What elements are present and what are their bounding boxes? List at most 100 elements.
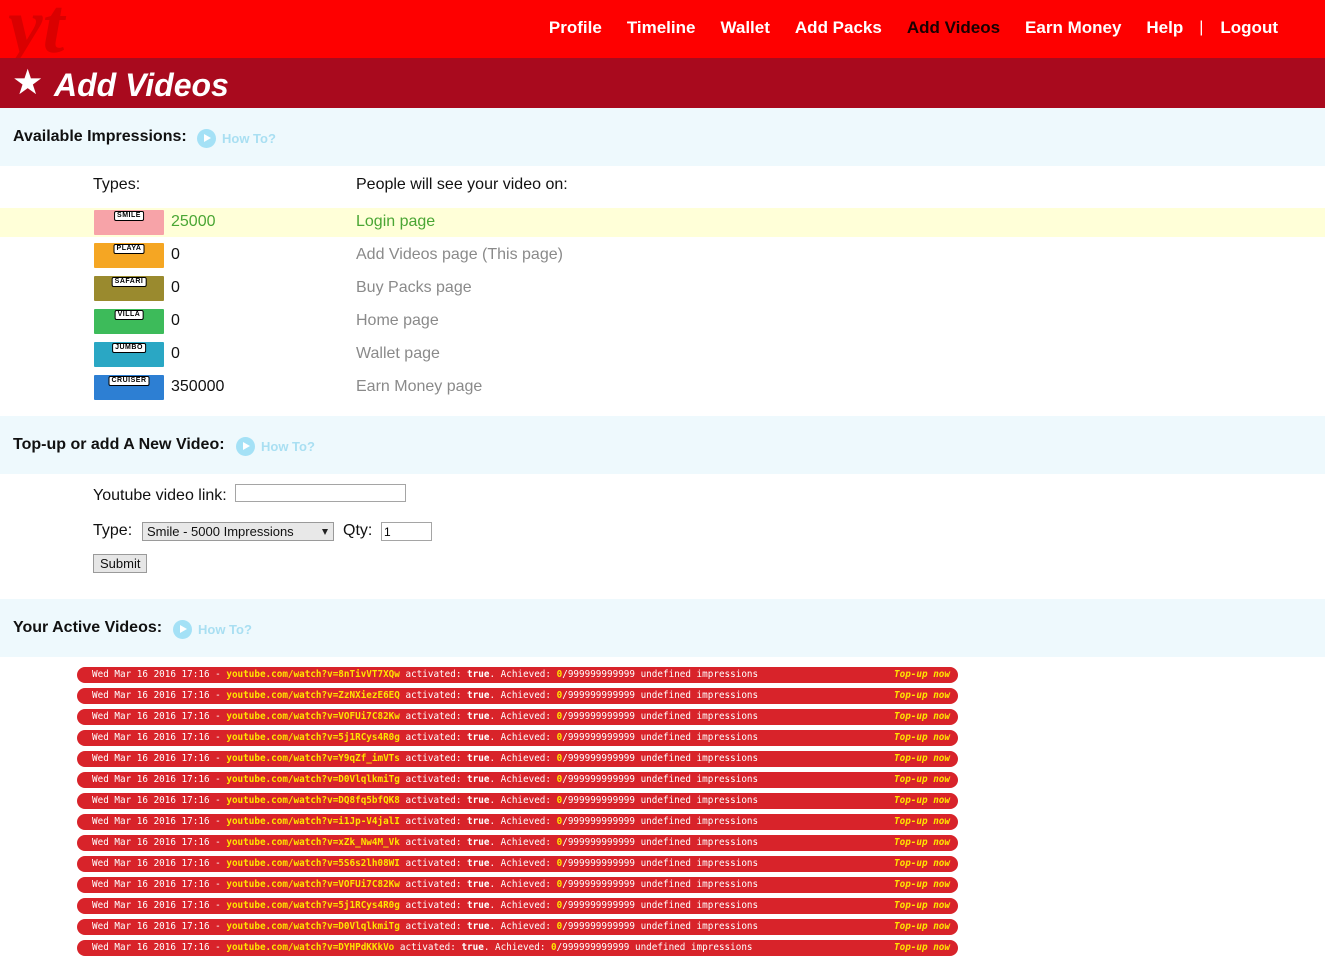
video-date: Wed Mar 16 2016 17:16 - bbox=[92, 732, 221, 743]
topup-now-link[interactable]: Top-up now bbox=[894, 751, 950, 767]
video-row-text: Wed Mar 16 2016 17:16 - youtube.com/watc… bbox=[92, 858, 759, 869]
youtube-link-input[interactable] bbox=[235, 484, 406, 502]
video-target: /999999999999 undefined impressions bbox=[562, 816, 759, 827]
video-activated: true bbox=[467, 774, 490, 785]
video-activated: true bbox=[467, 816, 490, 827]
impression-row: SAFARI 0 Buy Packs page bbox=[0, 274, 1325, 303]
video-row-text: Wed Mar 16 2016 17:16 - youtube.com/watc… bbox=[92, 711, 759, 722]
video-activated: true bbox=[467, 753, 490, 764]
video-row: Wed Mar 16 2016 17:16 - youtube.com/watc… bbox=[77, 751, 958, 767]
video-link[interactable]: youtube.com/watch?v=VOFUi7C82Kw bbox=[226, 711, 400, 722]
nav-link-wallet[interactable]: Wallet bbox=[720, 18, 769, 38]
nav-link-help[interactable]: Help bbox=[1146, 18, 1183, 38]
play-icon bbox=[173, 620, 192, 639]
video-row-text: Wed Mar 16 2016 17:16 - youtube.com/watc… bbox=[92, 921, 759, 932]
submit-button[interactable]: Submit bbox=[93, 554, 148, 573]
video-link[interactable]: youtube.com/watch?v=DYHPdKKkVo bbox=[226, 942, 394, 953]
howto-label: How To? bbox=[261, 438, 315, 454]
video-date: Wed Mar 16 2016 17:16 - bbox=[92, 837, 221, 848]
title-bar: ★ Add Videos bbox=[0, 58, 1325, 108]
type-select[interactable]: Smile - 5000 Impressions bbox=[142, 522, 334, 541]
topup-now-link[interactable]: Top-up now bbox=[894, 919, 950, 935]
video-link[interactable]: youtube.com/watch?v=D0VlqlkmiTg bbox=[226, 774, 400, 785]
video-activated: true bbox=[467, 858, 490, 869]
nav-link-earn-money[interactable]: Earn Money bbox=[1025, 18, 1121, 38]
impressions-howto-link[interactable]: How To? bbox=[197, 129, 276, 148]
video-row: Wed Mar 16 2016 17:16 - youtube.com/watc… bbox=[77, 814, 958, 830]
video-target: /999999999999 undefined impressions bbox=[562, 774, 759, 785]
video-link[interactable]: youtube.com/watch?v=5j1RCys4R0g bbox=[226, 900, 400, 911]
video-link[interactable]: youtube.com/watch?v=xZk_Nw4M_Vk bbox=[226, 837, 400, 848]
type-select-value: Smile - 5000 Impressions bbox=[147, 524, 294, 539]
topup-now-link[interactable]: Top-up now bbox=[894, 877, 950, 893]
impression-type-badge: SMILE bbox=[94, 210, 164, 235]
topup-now-link[interactable]: Top-up now bbox=[894, 688, 950, 704]
video-activated: true bbox=[467, 690, 490, 701]
video-link[interactable]: youtube.com/watch?v=5S6s2lh08WI bbox=[226, 858, 400, 869]
video-date: Wed Mar 16 2016 17:16 - bbox=[92, 690, 221, 701]
topup-now-link[interactable]: Top-up now bbox=[894, 667, 950, 683]
topup-now-link[interactable]: Top-up now bbox=[894, 940, 950, 956]
video-date: Wed Mar 16 2016 17:16 - bbox=[92, 795, 221, 806]
video-link[interactable]: youtube.com/watch?v=D0VlqlkmiTg bbox=[226, 921, 400, 932]
video-link[interactable]: youtube.com/watch?v=5j1RCys4R0g bbox=[226, 732, 400, 743]
impression-row: PLAYA 0 Add Videos page (This page) bbox=[0, 241, 1325, 270]
video-row-text: Wed Mar 16 2016 17:16 - youtube.com/watc… bbox=[92, 774, 759, 785]
video-row: Wed Mar 16 2016 17:16 - youtube.com/watc… bbox=[77, 688, 958, 704]
type-label: Type: bbox=[93, 522, 133, 539]
video-row: Wed Mar 16 2016 17:16 - youtube.com/watc… bbox=[77, 877, 958, 893]
video-date: Wed Mar 16 2016 17:16 - bbox=[92, 858, 221, 869]
howto-label: How To? bbox=[222, 130, 276, 146]
impression-page: Login page bbox=[356, 213, 436, 230]
badge-label: CRUISER bbox=[108, 376, 150, 386]
video-row: Wed Mar 16 2016 17:16 - youtube.com/watc… bbox=[77, 709, 958, 725]
video-row: Wed Mar 16 2016 17:16 - youtube.com/watc… bbox=[77, 730, 958, 746]
topup-now-link[interactable]: Top-up now bbox=[894, 730, 950, 746]
video-link[interactable]: youtube.com/watch?v=8nTivVT7XQw bbox=[226, 669, 400, 680]
impression-page: Home page bbox=[356, 312, 439, 329]
nav-link-timeline[interactable]: Timeline bbox=[627, 18, 696, 38]
impression-type-badge: JUMBO bbox=[94, 342, 164, 367]
video-target: /999999999999 undefined impressions bbox=[562, 753, 759, 764]
active-howto-link[interactable]: How To? bbox=[173, 620, 252, 639]
topup-now-link[interactable]: Top-up now bbox=[894, 898, 950, 914]
chevron-down-icon bbox=[322, 529, 328, 535]
topup-now-link[interactable]: Top-up now bbox=[894, 835, 950, 851]
video-link[interactable]: youtube.com/watch?v=VOFUi7C82Kw bbox=[226, 879, 400, 890]
topup-now-link[interactable]: Top-up now bbox=[894, 814, 950, 830]
nav-link-add-packs[interactable]: Add Packs bbox=[795, 18, 882, 38]
video-link[interactable]: youtube.com/watch?v=ZzNXiezE6EQ bbox=[226, 690, 400, 701]
video-target: /999999999999 undefined impressions bbox=[562, 900, 759, 911]
nav-link-profile[interactable]: Profile bbox=[549, 18, 602, 38]
qty-input[interactable] bbox=[381, 522, 432, 541]
impression-page: Wallet page bbox=[356, 345, 440, 362]
active-videos-section-header: Your Active Videos: How To? bbox=[0, 599, 1325, 657]
impressions-heading: Available Impressions: bbox=[13, 128, 187, 145]
nav-link-logout[interactable]: Logout bbox=[1220, 18, 1278, 38]
badge-label: SMILE bbox=[114, 211, 144, 221]
video-target: /999999999999 undefined impressions bbox=[556, 942, 753, 953]
video-row-text: Wed Mar 16 2016 17:16 - youtube.com/watc… bbox=[92, 753, 759, 764]
video-row-text: Wed Mar 16 2016 17:16 - youtube.com/watc… bbox=[92, 669, 759, 680]
impressions-section-header: Available Impressions: How To? bbox=[0, 108, 1325, 166]
video-row-text: Wed Mar 16 2016 17:16 - youtube.com/watc… bbox=[92, 732, 759, 743]
topup-now-link[interactable]: Top-up now bbox=[894, 856, 950, 872]
video-target: /999999999999 undefined impressions bbox=[562, 837, 759, 848]
video-link[interactable]: youtube.com/watch?v=i1Jp-V4jalI bbox=[226, 816, 400, 827]
impression-count: 350000 bbox=[171, 378, 225, 395]
topup-now-link[interactable]: Top-up now bbox=[894, 772, 950, 788]
video-target: /999999999999 undefined impressions bbox=[562, 858, 759, 869]
impression-page: Earn Money page bbox=[356, 378, 483, 395]
topup-now-link[interactable]: Top-up now bbox=[894, 709, 950, 725]
topup-now-link[interactable]: Top-up now bbox=[894, 793, 950, 809]
nav-link-add-videos[interactable]: Add Videos bbox=[907, 18, 1000, 38]
play-icon bbox=[236, 437, 255, 456]
video-link[interactable]: youtube.com/watch?v=DQ8fq5bfQK8 bbox=[226, 795, 400, 806]
video-row-text: Wed Mar 16 2016 17:16 - youtube.com/watc… bbox=[92, 690, 759, 701]
site-logo[interactable]: yt bbox=[8, 0, 173, 58]
video-row-text: Wed Mar 16 2016 17:16 - youtube.com/watc… bbox=[92, 942, 753, 953]
video-link[interactable]: youtube.com/watch?v=Y9qZf_imVTs bbox=[226, 753, 400, 764]
impression-count: 25000 bbox=[171, 213, 216, 230]
topup-howto-link[interactable]: How To? bbox=[236, 437, 315, 456]
video-row: Wed Mar 16 2016 17:16 - youtube.com/watc… bbox=[77, 793, 958, 809]
